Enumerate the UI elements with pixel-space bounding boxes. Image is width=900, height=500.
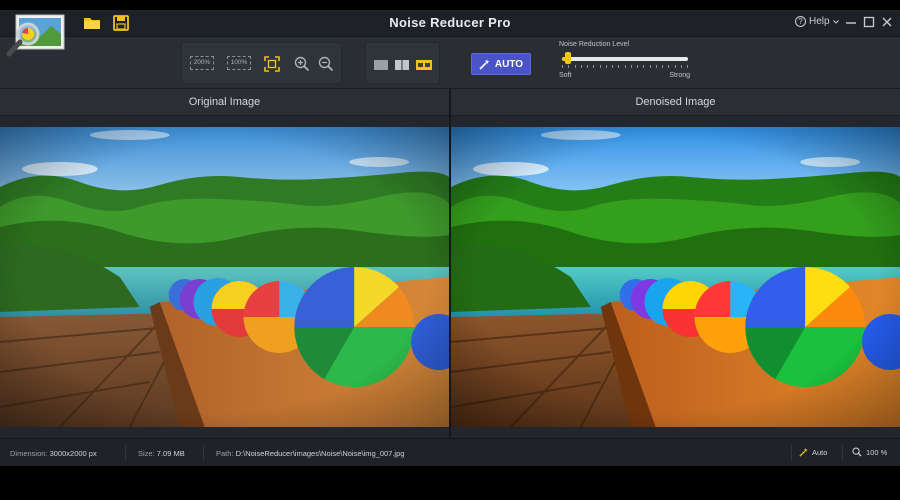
size-info: Size: 7.09 MB (138, 449, 185, 458)
help-menu[interactable]: ? Help (795, 16, 839, 27)
help-icon: ? (795, 16, 806, 27)
slider-tick (630, 65, 632, 68)
zoom-out-icon[interactable] (318, 56, 334, 72)
zoom-status[interactable]: 100 % (852, 447, 887, 457)
zoom-200-button[interactable]: 200% (190, 56, 214, 70)
path-label: Path: (216, 449, 234, 458)
side-by-side-view-icon[interactable] (415, 57, 433, 73)
size-label: Size: (138, 449, 155, 458)
panel-divider[interactable] (449, 89, 451, 438)
slider-tick (593, 65, 595, 68)
minimize-button[interactable] (843, 14, 859, 30)
dimension-value: 3000x2000 px (49, 449, 97, 458)
slider-tick (643, 65, 645, 68)
auto-label: AUTO (494, 58, 524, 70)
save-icon[interactable] (112, 14, 130, 32)
noise-reduction-slider: Noise Reduction Level Soft Strong (558, 39, 698, 87)
slider-tick (649, 65, 651, 68)
slider-tick (605, 65, 607, 68)
auto-status[interactable]: Auto (799, 447, 827, 457)
slider-tick (568, 65, 570, 68)
slider-max-label: Strong (669, 72, 690, 79)
original-image (0, 127, 449, 427)
fit-to-window-icon[interactable] (264, 56, 280, 72)
zoom-in-icon[interactable] (294, 56, 310, 72)
denoised-image-header: Denoised Image (451, 89, 900, 116)
slider-tick (668, 65, 670, 68)
status-separator (791, 445, 792, 461)
slider-thumb[interactable] (564, 52, 571, 64)
slider-tick (599, 65, 601, 68)
auto-status-label: Auto (812, 447, 828, 457)
view-mode-group (365, 42, 440, 84)
slider-track[interactable] (562, 57, 688, 61)
zoom-group: 200% 100% (181, 42, 342, 84)
slider-tick (587, 65, 588, 68)
chevron-down-icon (832, 19, 839, 24)
slider-tick (612, 65, 613, 68)
split-view-icon[interactable] (394, 57, 410, 73)
slider-tick (662, 65, 663, 68)
toolbar: 200% 100% AUTO Noise Reduction Level Sof… (0, 37, 900, 89)
path-value: D:\NoiseReducer\images\Noise\Noise\img_0… (235, 449, 405, 458)
denoised-image-view[interactable] (451, 127, 900, 427)
app-window: Noise Reducer Pro ? Help 200% 100% AUTO … (0, 10, 900, 466)
slider-tick (674, 65, 676, 68)
original-image-view[interactable] (0, 127, 449, 427)
window-title: Noise Reducer Pro (389, 15, 511, 30)
zoom-value: 100 % (866, 447, 888, 457)
slider-ticks (562, 65, 688, 69)
help-label: Help (809, 16, 830, 27)
slider-tick (618, 65, 620, 68)
status-separator (203, 445, 204, 461)
slider-tick (680, 65, 682, 68)
noise-reduction-label: Noise Reduction Level (559, 41, 630, 48)
slider-tick (655, 65, 657, 68)
slider-tick (574, 65, 576, 68)
zoom-100-button[interactable]: 100% (227, 56, 251, 70)
slider-tick (687, 65, 688, 68)
slider-tick (580, 65, 582, 68)
close-button[interactable] (879, 14, 895, 30)
slider-tick (562, 65, 563, 68)
dimension-info: Dimension: 3000x2000 px (10, 449, 97, 458)
open-folder-icon[interactable] (83, 14, 101, 32)
zoom-icon (852, 447, 862, 457)
original-image-header: Original Image (0, 89, 449, 116)
title-bar: Noise Reducer Pro ? Help (0, 10, 900, 37)
magic-wand-icon (799, 447, 808, 457)
size-value: 7.09 MB (156, 449, 185, 458)
slider-min-label: Soft (559, 72, 572, 79)
app-logo-icon (6, 14, 65, 57)
status-separator (125, 445, 126, 461)
auto-button[interactable]: AUTO (471, 53, 531, 75)
status-separator (842, 445, 843, 461)
slider-tick (637, 65, 638, 68)
dimension-label: Dimension: (10, 449, 48, 458)
path-info: Path: D:\NoiseReducer\images\Noise\Noise… (216, 449, 404, 458)
magic-wand-icon (479, 59, 490, 70)
slider-tick (624, 65, 626, 68)
denoised-image (451, 127, 900, 427)
maximize-button[interactable] (861, 14, 877, 30)
status-bar: Dimension: 3000x2000 px Size: 7.09 MB Pa… (0, 438, 900, 466)
single-view-icon[interactable] (373, 57, 389, 73)
